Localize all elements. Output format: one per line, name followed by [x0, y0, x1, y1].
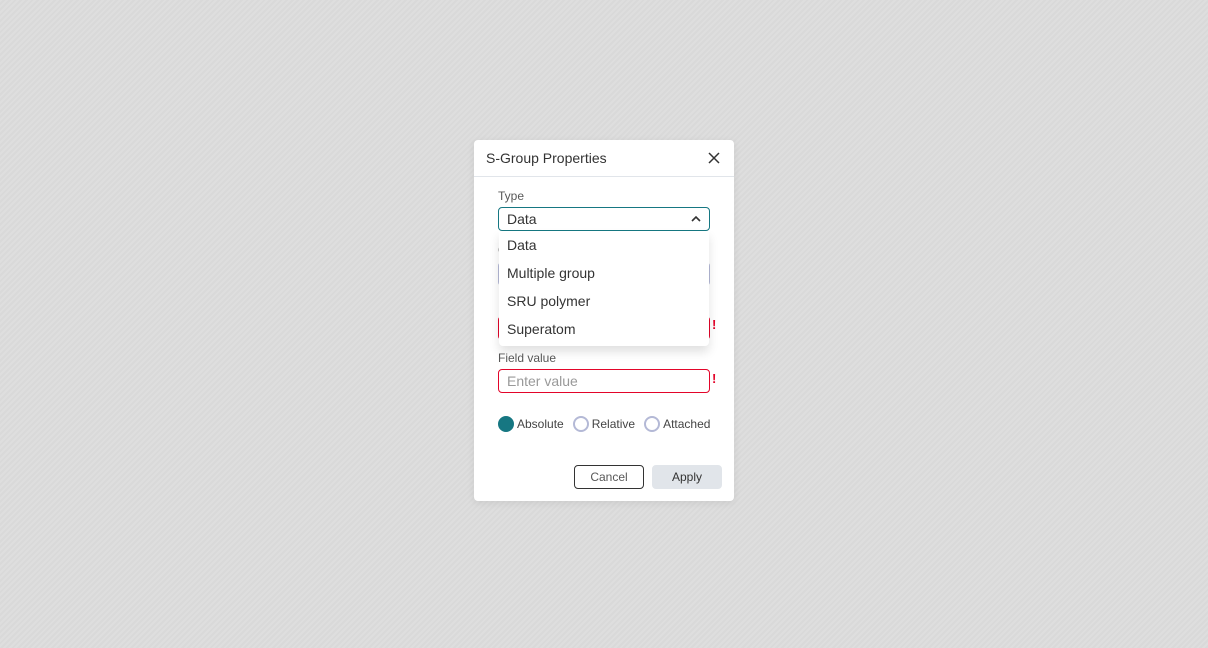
close-icon[interactable]	[706, 150, 722, 166]
radio-attached[interactable]: Attached	[644, 416, 710, 432]
dialog-header: S-Group Properties	[474, 140, 734, 177]
positioning-radio-group: Absolute Relative Attached	[498, 416, 719, 432]
type-select-value: Data	[507, 211, 537, 227]
sgroup-properties-dialog: S-Group Properties Type Data C ! Field v…	[474, 140, 734, 501]
type-option-superatom[interactable]: Superatom	[499, 315, 709, 343]
type-label: Type	[498, 189, 525, 203]
type-option-multiple-group[interactable]: Multiple group	[499, 259, 709, 287]
chevron-up-icon	[691, 215, 701, 222]
radio-unchecked-icon	[572, 416, 589, 432]
radio-absolute[interactable]: Absolute	[498, 416, 564, 432]
field-name-error-icon: !	[712, 317, 717, 332]
field-value-input[interactable]: Enter value	[498, 369, 710, 393]
radio-label: Absolute	[517, 417, 564, 431]
radio-label: Relative	[591, 417, 636, 431]
radio-checked-icon	[498, 416, 514, 432]
cancel-button[interactable]: Cancel	[574, 465, 644, 489]
type-select[interactable]: Data	[498, 207, 710, 231]
field-value-error-icon: !	[712, 371, 717, 386]
type-dropdown-menu: Data Multiple group SRU polymer Superato…	[499, 231, 709, 346]
field-value-label: Field value	[498, 351, 557, 365]
radio-relative[interactable]: Relative	[572, 416, 636, 432]
radio-unchecked-icon	[644, 416, 661, 432]
type-option-sru-polymer[interactable]: SRU polymer	[499, 287, 709, 315]
apply-button[interactable]: Apply	[652, 465, 722, 489]
dialog-title: S-Group Properties	[486, 150, 607, 166]
type-option-data[interactable]: Data	[499, 231, 709, 259]
radio-label: Attached	[663, 417, 711, 431]
